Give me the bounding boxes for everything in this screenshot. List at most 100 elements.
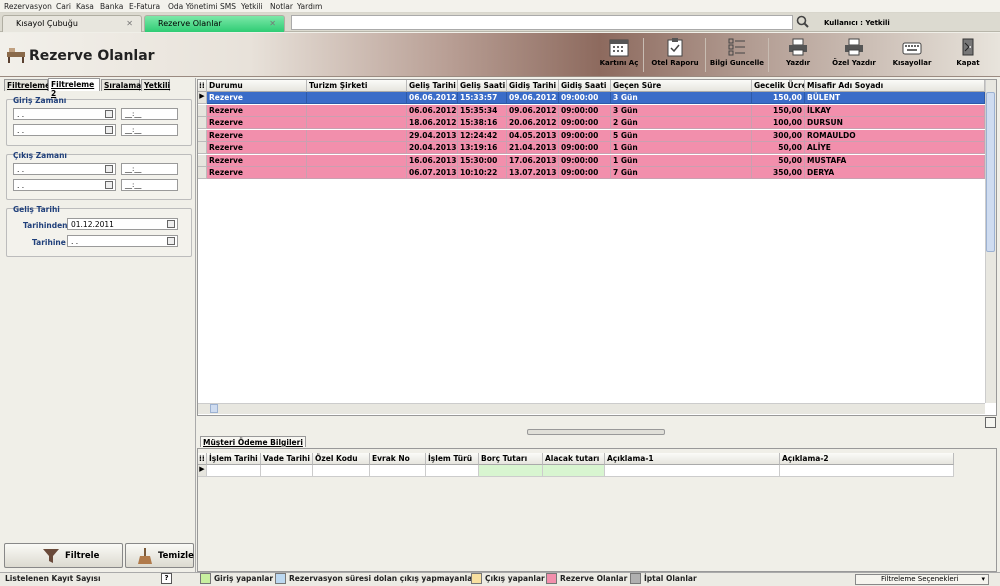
table-cell[interactable]: 50,00 xyxy=(752,154,805,167)
table-cell[interactable]: Rezerve xyxy=(207,154,307,167)
table-cell[interactable] xyxy=(307,92,407,104)
column-header[interactable]: Açıklama-1 xyxy=(605,453,780,465)
filter-toggle-icon[interactable] xyxy=(985,417,996,428)
table-cell[interactable]: 21.04.2013 xyxy=(507,142,559,154)
table-cell[interactable]: MUSTAFA xyxy=(805,154,985,167)
table-cell[interactable]: 06.06.2012 xyxy=(407,92,458,104)
table-cell[interactable] xyxy=(780,465,954,477)
table-cell[interactable] xyxy=(307,104,407,117)
tab-siralama[interactable]: Sıralama xyxy=(101,79,141,91)
giris-end-date-field[interactable]: . . xyxy=(13,124,116,136)
row-indicator[interactable] xyxy=(198,154,207,167)
column-header[interactable]: Özel Kodu xyxy=(313,453,370,465)
panel-splitter[interactable] xyxy=(527,429,665,435)
calendar-icon[interactable] xyxy=(105,126,113,134)
table-row[interactable]: Rezerve 29.04.2013 12:24:42 04.05.2013 09:00… xyxy=(198,129,986,142)
table-cell[interactable]: 13:19:16 xyxy=(458,142,507,154)
table-cell[interactable]: 15:30:00 xyxy=(458,154,507,167)
table-cell[interactable]: 15:38:16 xyxy=(458,117,507,129)
column-header[interactable]: Vade Tarihi xyxy=(261,453,313,465)
table-row[interactable]: Rezerve 16.06.2013 15:30:00 17.06.2013 09:00… xyxy=(198,154,986,167)
table-cell[interactable]: 09:00:00 xyxy=(559,142,611,154)
column-header[interactable]: Durumu xyxy=(207,80,307,92)
tab-rezerve-olanlar[interactable]: Rezerve Olanlar ✕ xyxy=(144,15,285,32)
temizle-button[interactable]: Temizle xyxy=(125,543,194,568)
column-header[interactable]: Gidiş Tarihi xyxy=(507,80,559,92)
tab-yetkili[interactable]: Yetkili xyxy=(141,79,170,91)
table-cell[interactable]: 09.06.2012 xyxy=(507,92,559,104)
close-icon[interactable]: ✕ xyxy=(126,19,133,28)
table-cell[interactable]: 300,00 xyxy=(752,129,805,142)
bilgi-guncelle-button[interactable]: Bilgi Guncelle xyxy=(708,36,766,74)
column-header[interactable]: Geliş Tarihi xyxy=(407,80,458,92)
column-header[interactable]: İşlem Tarihi xyxy=(207,453,261,465)
table-cell[interactable] xyxy=(370,465,426,477)
menu-oda-yonetimi[interactable]: Oda Yönetimi xyxy=(168,2,218,11)
tab-musteri-odeme[interactable]: Müşteri Ödeme Bilgileri xyxy=(200,436,306,447)
table-cell[interactable]: 09:00:00 xyxy=(559,104,611,117)
column-header[interactable]: Evrak No xyxy=(370,453,426,465)
table-cell[interactable]: 3 Gün xyxy=(611,92,752,104)
tarihinden-field[interactable]: 01.12.2011 xyxy=(67,218,178,230)
kisayollar-button[interactable]: Kısayollar xyxy=(887,36,937,74)
column-header[interactable]: Geçen Süre xyxy=(611,80,752,92)
table-cell[interactable]: 16.06.2013 xyxy=(407,154,458,167)
otel-raporu-button[interactable]: Otel Raporu xyxy=(647,36,703,74)
table-cell[interactable]: 13.07.2013 xyxy=(507,167,559,179)
column-header[interactable]: İşlem Türü xyxy=(426,453,479,465)
table-cell[interactable]: 10:10:22 xyxy=(458,167,507,179)
table-cell[interactable]: 50,00 xyxy=(752,142,805,154)
menu-notlar[interactable]: Notlar xyxy=(270,2,293,11)
table-cell[interactable]: 12:24:42 xyxy=(458,129,507,142)
table-cell[interactable]: 06.06.2012 xyxy=(407,104,458,117)
column-header[interactable]: Gidiş Saati xyxy=(559,80,611,92)
tarihine-field[interactable]: . . xyxy=(67,235,178,247)
table-cell[interactable]: Rezerve xyxy=(207,104,307,117)
table-cell[interactable]: 7 Gün xyxy=(611,167,752,179)
table-cell[interactable]: 29.04.2013 xyxy=(407,129,458,142)
cikis-start-time-field[interactable]: __:__ xyxy=(121,163,178,175)
table-cell[interactable]: 150,00 xyxy=(752,104,805,117)
menu-yardim[interactable]: Yardım xyxy=(297,2,322,11)
column-header[interactable]: Alacak tutarı xyxy=(543,453,605,465)
table-cell[interactable]: 5 Gün xyxy=(611,129,752,142)
menu-yetkili[interactable]: Yetkili xyxy=(241,2,263,11)
table-cell[interactable] xyxy=(313,465,370,477)
giris-start-time-field[interactable]: __:__ xyxy=(121,108,178,120)
search-input[interactable] xyxy=(291,15,793,30)
calendar-icon[interactable] xyxy=(105,110,113,118)
table-cell[interactable] xyxy=(605,465,780,477)
column-header[interactable]: Geliş Saati xyxy=(458,80,507,92)
table-cell[interactable]: 20.04.2013 xyxy=(407,142,458,154)
table-cell[interactable]: 100,00 xyxy=(752,117,805,129)
scroll-thumb[interactable] xyxy=(986,92,995,252)
table-row[interactable]: ▶ Rezerve 06.06.2012 15:33:57 09.06.2012 09:0… xyxy=(198,92,986,104)
yazdir-button[interactable]: Yazdır xyxy=(778,36,818,74)
filtrele-button[interactable]: Filtrele xyxy=(4,543,123,568)
column-header[interactable]: Gecelik Ücret xyxy=(752,80,805,92)
filter-settings-dropdown[interactable]: Filtreleme Seçenekleri ▾ xyxy=(855,574,989,585)
kartini-ac-button[interactable]: Kartını Aç xyxy=(596,36,642,74)
menu-cari[interactable]: Cari xyxy=(56,2,71,11)
table-cell[interactable]: Rezerve xyxy=(207,142,307,154)
column-header[interactable]: Turizm Şirketi xyxy=(307,80,407,92)
close-icon[interactable]: ✕ xyxy=(269,19,276,28)
table-cell[interactable]: 15:35:34 xyxy=(458,104,507,117)
table-cell[interactable]: 06.07.2013 xyxy=(407,167,458,179)
menu-kasa[interactable]: Kasa xyxy=(76,2,94,11)
table-cell[interactable]: 09:00:00 xyxy=(559,92,611,104)
table-cell[interactable] xyxy=(307,117,407,129)
calendar-icon[interactable] xyxy=(105,181,113,189)
table-cell[interactable]: 2 Gün xyxy=(611,117,752,129)
row-indicator[interactable] xyxy=(198,167,207,179)
table-cell[interactable]: 1 Gün xyxy=(611,154,752,167)
menu-banka[interactable]: Banka xyxy=(100,2,123,11)
menu-rezervasyon[interactable]: Rezervasyon xyxy=(4,2,52,11)
row-indicator[interactable]: ▶ xyxy=(198,92,207,104)
row-indicator[interactable] xyxy=(198,129,207,142)
table-row[interactable]: Rezerve 06.07.2013 10:10:22 13.07.2013 09:00… xyxy=(198,167,986,179)
ozel-yazdir-button[interactable]: Özel Yazdır xyxy=(828,36,880,74)
table-cell[interactable] xyxy=(307,129,407,142)
table-cell[interactable]: İLKAY xyxy=(805,104,985,117)
table-cell[interactable]: 09:00:00 xyxy=(559,129,611,142)
